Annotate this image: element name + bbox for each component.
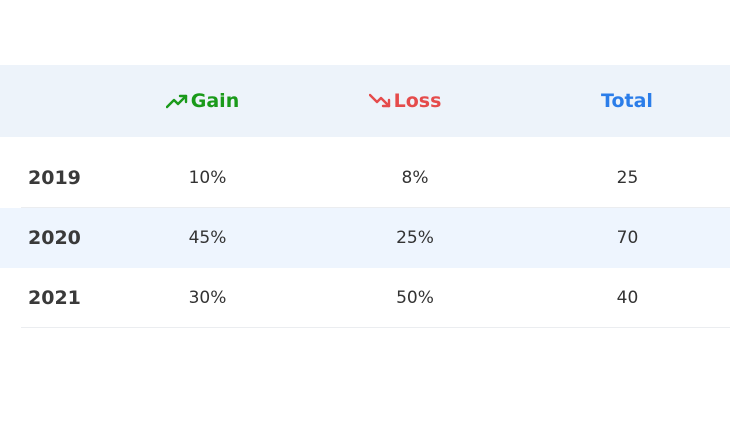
trending-down-icon bbox=[368, 93, 390, 108]
row-year: 2021 bbox=[28, 287, 81, 309]
table-header: Gain Loss Total bbox=[0, 65, 730, 137]
row-gain-value: 10% bbox=[188, 168, 227, 188]
row-divider bbox=[21, 327, 730, 328]
column-header-total[interactable]: Total bbox=[582, 65, 672, 137]
row-gain-value: 30% bbox=[188, 288, 227, 308]
row-year: 2020 bbox=[28, 227, 81, 249]
column-header-gain-label: Gain bbox=[190, 90, 240, 112]
row-total-value: 40 bbox=[616, 288, 639, 308]
table-row[interactable]: 2019 10% 8% 25 bbox=[0, 148, 730, 208]
table-row[interactable]: 2021 30% 50% 40 bbox=[0, 268, 730, 328]
row-loss-value: 25% bbox=[396, 228, 434, 248]
column-header-gain[interactable]: Gain bbox=[150, 65, 255, 137]
row-total-value: 70 bbox=[616, 228, 639, 248]
column-header-total-label: Total bbox=[601, 90, 653, 112]
column-header-loss[interactable]: Loss bbox=[355, 65, 455, 137]
trending-up-icon bbox=[165, 94, 187, 109]
data-table: Gain Loss Total 2019 10% 8% 25 2020 45% … bbox=[0, 65, 730, 328]
row-total-value: 25 bbox=[616, 168, 639, 188]
row-year: 2019 bbox=[28, 167, 81, 189]
row-loss-value: 8% bbox=[401, 168, 429, 188]
row-gain-value: 45% bbox=[188, 228, 227, 248]
table-row[interactable]: 2020 45% 25% 70 bbox=[0, 208, 730, 268]
row-loss-value: 50% bbox=[396, 288, 434, 308]
column-header-loss-label: Loss bbox=[393, 90, 442, 112]
